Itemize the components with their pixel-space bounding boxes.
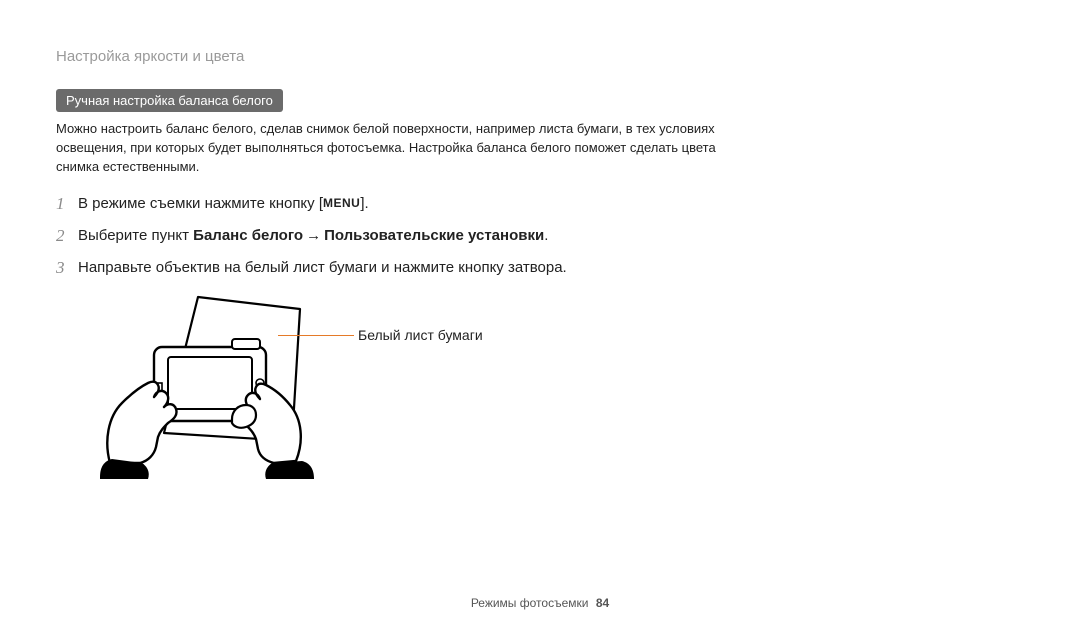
arrow-icon: → — [303, 227, 324, 244]
step-text: Выберите пункт Баланс белого→Пользовател… — [78, 225, 548, 247]
breadcrumb: Настройка яркости и цвета — [56, 48, 756, 65]
footer-page-number: 84 — [596, 596, 609, 610]
step-number: 1 — [56, 193, 78, 215]
step-text: В режиме съемки нажмите кнопку [MENU]. — [78, 193, 369, 215]
callout-leader-line — [278, 335, 354, 336]
step-3: 3 Направьте объектив на белый лист бумаг… — [56, 257, 756, 279]
page-footer: Режимы фотосъемки 84 — [0, 596, 1080, 610]
camera-hands-paper-icon — [82, 291, 322, 481]
section-title-pill: Ручная настройка баланса белого — [56, 89, 283, 112]
footer-section: Режимы фотосъемки — [471, 596, 589, 610]
step-post: ]. — [360, 195, 368, 212]
step-number: 3 — [56, 257, 78, 279]
step-pre: Выберите пункт — [78, 227, 193, 244]
illustration: Белый лист бумаги — [82, 291, 682, 481]
step-1: 1 В режиме съемки нажмите кнопку [MENU]. — [56, 193, 756, 215]
menu-button-label: MENU — [323, 195, 360, 212]
step-number: 2 — [56, 225, 78, 247]
step-post: . — [544, 227, 548, 244]
step-bold-2: Пользовательские установки — [324, 227, 544, 244]
step-pre: В режиме съемки нажмите кнопку [ — [78, 195, 323, 212]
step-text: Направьте объектив на белый лист бумаги … — [78, 257, 567, 279]
intro-paragraph: Можно настроить баланс белого, сделав сн… — [56, 120, 736, 177]
step-bold-1: Баланс белого — [193, 227, 303, 244]
step-2: 2 Выберите пункт Баланс белого→Пользоват… — [56, 225, 756, 247]
callout-label: Белый лист бумаги — [358, 327, 483, 343]
steps-list: 1 В режиме съемки нажмите кнопку [MENU].… — [56, 193, 756, 279]
